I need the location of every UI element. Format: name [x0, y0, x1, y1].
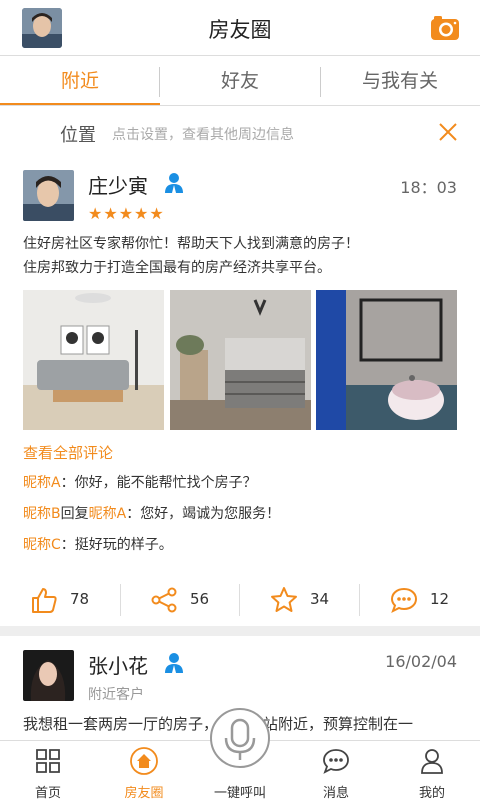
tabbar-home[interactable]: 首页	[0, 741, 96, 801]
post-text-line: 住好房社区专家帮你忙！帮助天下人找到满意的房子！	[23, 236, 359, 252]
home-grid-icon	[34, 747, 62, 775]
post-actions: 78 56 34 12	[0, 580, 480, 620]
comment-reply-nick[interactable]: 昵称A	[89, 506, 127, 522]
tabbar-label: 首页	[34, 786, 61, 801]
thumbs-up-icon	[30, 586, 58, 614]
comment-separator: ：	[60, 537, 75, 553]
comment-nick[interactable]: 昵称A	[23, 475, 61, 491]
post-text: 住好房社区专家帮你忙！帮助天下人找到满意的房子！ 住房邦致力于打造全国最有的房产…	[23, 232, 463, 280]
post-text-line: 住房邦致力于打造全国最有的房产经济共享平台。	[23, 260, 331, 276]
tabbar-label: 我的	[418, 786, 445, 801]
message-bubble-icon	[322, 747, 350, 775]
comment: 昵称C：挺好玩的样子。	[23, 534, 173, 554]
poster-name[interactable]: 张小花	[88, 650, 148, 679]
microphone-icon	[224, 718, 256, 760]
comment-text: 挺好玩的样子。	[74, 537, 173, 553]
post-time: 16/02/04	[385, 652, 457, 671]
tab-related-to-me[interactable]: 与我有关	[320, 56, 480, 106]
tab-active-indicator	[0, 103, 160, 105]
comment-separator: ：	[60, 475, 75, 491]
poster-avatar[interactable]	[23, 650, 74, 701]
page-title: 房友圈	[208, 18, 272, 42]
like-count: 78	[70, 590, 90, 608]
feed-post: 庄少寅 18：03 ★★★★★ 住好房社区专家帮你忙！帮助天下人找到满意的房子！…	[0, 160, 480, 624]
tab-friends[interactable]: 好友	[160, 56, 320, 106]
comment-count: 12	[430, 590, 450, 608]
tabbar-messages[interactable]: 消息	[288, 741, 384, 801]
tabbar-circle[interactable]: 房友圈	[96, 741, 192, 801]
star-icon	[270, 586, 298, 614]
tabbar-label: 房友圈	[124, 786, 164, 801]
tab-nearby[interactable]: 附近	[0, 56, 160, 106]
poster-subtitle: 附近客户	[88, 687, 144, 703]
location-bar[interactable]: 位置 点击设置，查看其他周边信息	[0, 108, 480, 158]
tabbar-me[interactable]: 我的	[384, 741, 480, 801]
post-time: 18：03	[400, 178, 457, 197]
person-icon	[418, 747, 446, 775]
location-hint[interactable]: 点击设置，查看其他周边信息	[112, 124, 294, 144]
house-icon	[130, 747, 158, 775]
tabbar-label: 一键呼叫	[213, 786, 266, 801]
favorite-button[interactable]: 34	[240, 580, 360, 620]
like-button[interactable]: 78	[0, 580, 120, 620]
agent-badge-icon	[164, 172, 184, 194]
post-separator	[0, 626, 480, 636]
comment: 昵称A：你好，能不能帮忙找个房子？	[23, 472, 257, 492]
comment-separator: ：	[126, 506, 141, 522]
poster-avatar[interactable]	[23, 170, 74, 221]
comment-nick[interactable]: 昵称B	[23, 506, 61, 522]
camera-icon[interactable]	[430, 13, 460, 43]
view-all-comments-link[interactable]: 查看全部评论	[23, 442, 113, 463]
voice-call-button[interactable]	[210, 708, 270, 768]
tabbar-label: 消息	[322, 786, 349, 801]
top-bar: 房友圈	[0, 0, 480, 56]
close-icon[interactable]	[438, 122, 458, 142]
comment-reply-word: 回复	[60, 506, 89, 522]
comment-bubble-icon	[390, 586, 418, 614]
comment-text: 你好，能不能帮忙找个房子？	[74, 475, 257, 491]
share-count: 56	[190, 590, 210, 608]
tab-bar: 附近 好友 与我有关	[0, 56, 480, 106]
rating-stars: ★★★★★	[88, 204, 165, 223]
living-room-photo[interactable]	[23, 290, 164, 430]
comment-text: 您好，竭诚为您服务！	[140, 506, 281, 522]
favorite-count: 34	[310, 590, 330, 608]
comment-nick[interactable]: 昵称C	[23, 537, 61, 553]
bathroom-photo[interactable]	[316, 290, 457, 430]
comment-button[interactable]: 12	[360, 580, 480, 620]
comment: 昵称B回复昵称A：您好，竭诚为您服务！	[23, 503, 280, 523]
post-photos	[23, 290, 457, 430]
share-button[interactable]: 56	[120, 580, 240, 620]
poster-name[interactable]: 庄少寅	[88, 170, 148, 199]
share-icon	[150, 586, 178, 614]
agent-badge-icon	[164, 652, 184, 674]
bedroom-photo[interactable]	[170, 290, 311, 430]
location-label: 位置	[60, 125, 96, 146]
